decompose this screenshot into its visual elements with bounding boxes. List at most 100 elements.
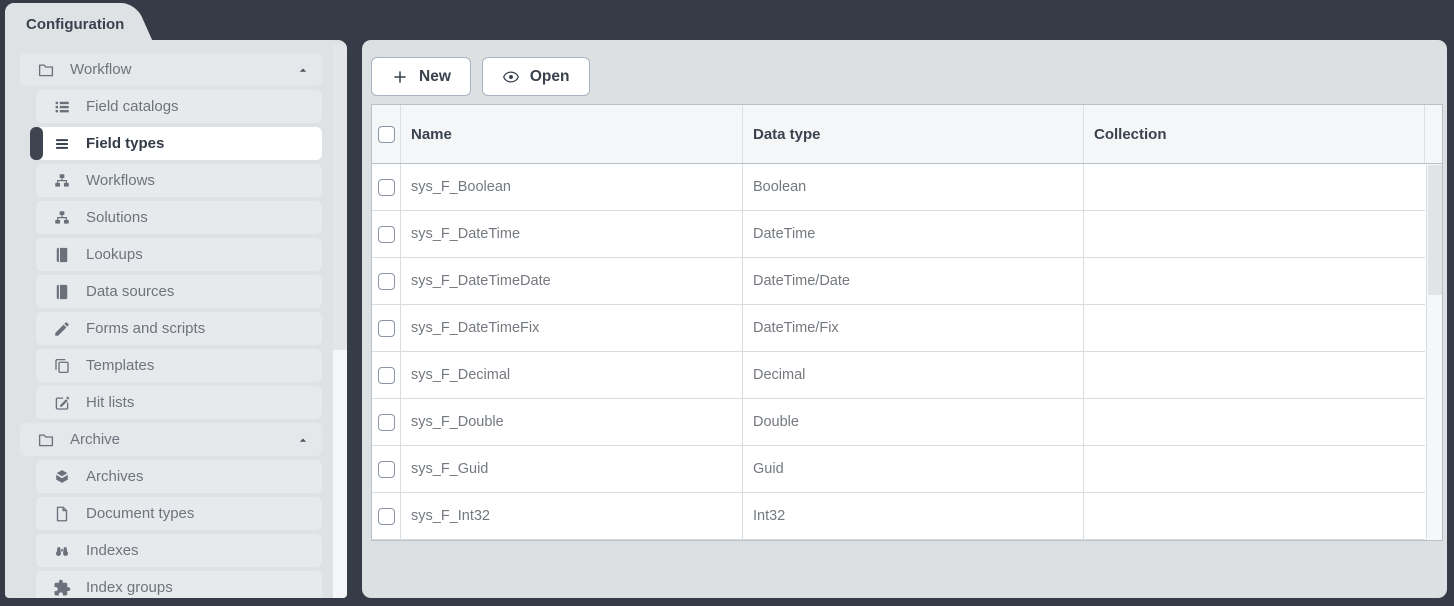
book-icon — [53, 283, 71, 301]
table-row[interactable]: sys_F_DateTimeDateDateTime/Date — [372, 258, 1425, 305]
sidebar-item-label: Solutions — [86, 209, 148, 226]
sidebar-item-indexes[interactable]: Indexes — [36, 534, 322, 567]
cell-name: sys_F_Int32 — [401, 493, 743, 539]
cell-name: sys_F_DateTime — [401, 211, 743, 257]
sidebar-item-forms-and-scripts[interactable]: Forms and scripts — [36, 312, 322, 345]
main-panel: New Open Name Data type Collection sys_F… — [362, 40, 1447, 598]
sidebar-item-label: Index groups — [86, 579, 173, 596]
copy-icon — [53, 357, 71, 375]
row-checkbox[interactable] — [378, 226, 395, 243]
table-row[interactable]: sys_F_GuidGuid — [372, 446, 1425, 493]
select-all-checkbox[interactable] — [378, 126, 395, 143]
open-button-label: Open — [530, 68, 570, 86]
cell-data-type: Int32 — [743, 493, 1084, 539]
row-checkbox-cell — [372, 352, 401, 398]
sidebar-item-field-catalogs[interactable]: Field catalogs — [36, 90, 322, 123]
row-checkbox[interactable] — [378, 273, 395, 290]
cell-name: sys_F_Double — [401, 399, 743, 445]
sidebar-item-label: Archives — [86, 468, 144, 485]
sidebar-item-templates[interactable]: Templates — [36, 349, 322, 382]
sitemap-icon — [53, 172, 71, 190]
sidebar-section-label: Workflow — [70, 61, 131, 78]
tab-configuration[interactable]: Configuration — [5, 3, 121, 45]
sidebar-item-field-types[interactable]: Field types — [36, 127, 322, 160]
new-button[interactable]: New — [371, 57, 471, 96]
puzzle-icon — [53, 579, 71, 597]
table-row[interactable]: sys_F_BooleanBoolean — [372, 164, 1425, 211]
cell-data-type: Double — [743, 399, 1084, 445]
list-icon — [53, 98, 71, 116]
sidebar-item-label: Indexes — [86, 542, 139, 559]
tab-configuration-label: Configuration — [26, 16, 124, 33]
row-checkbox[interactable] — [378, 320, 395, 337]
row-checkbox[interactable] — [378, 508, 395, 525]
row-checkbox[interactable] — [378, 179, 395, 196]
column-header-name[interactable]: Name — [401, 105, 743, 163]
sidebar-item-label: Templates — [86, 357, 154, 374]
sidebar-item-label: Workflows — [86, 172, 155, 189]
row-checkbox-cell — [372, 399, 401, 445]
sidebar-section-label: Archive — [70, 431, 120, 448]
pencil-icon — [53, 320, 71, 338]
cell-collection — [1084, 258, 1425, 304]
sidebar-item-archives[interactable]: Archives — [36, 460, 322, 493]
sidebar-nav: Workflow Field catalogs Field types Workflo… — [20, 53, 322, 598]
row-checkbox[interactable] — [378, 367, 395, 384]
toolbar: New Open — [371, 57, 590, 96]
cell-collection — [1084, 399, 1425, 445]
cell-collection — [1084, 493, 1425, 539]
sidebar-item-document-types[interactable]: Document types — [36, 497, 322, 530]
archive-icon — [53, 468, 71, 486]
column-header-data-type[interactable]: Data type — [743, 105, 1084, 163]
sidebar-item-solutions[interactable]: Solutions — [36, 201, 322, 234]
sidebar-item-label: Field types — [86, 135, 164, 152]
row-checkbox[interactable] — [378, 461, 395, 478]
table-row[interactable]: sys_F_Int32Int32 — [372, 493, 1425, 540]
cell-collection — [1084, 446, 1425, 492]
cell-name: sys_F_Boolean — [401, 164, 743, 210]
sidebar: Workflow Field catalogs Field types Workflo… — [5, 40, 347, 598]
row-checkbox-cell — [372, 493, 401, 539]
sidebar-section-archive[interactable]: Archive — [20, 423, 322, 456]
sidebar-item-workflows[interactable]: Workflows — [36, 164, 322, 197]
cell-data-type: Guid — [743, 446, 1084, 492]
edit-icon — [53, 394, 71, 412]
cell-name: sys_F_Guid — [401, 446, 743, 492]
sidebar-item-hit-lists[interactable]: Hit lists — [36, 386, 322, 419]
sidebar-item-label: Field catalogs — [86, 98, 179, 115]
cell-data-type: DateTime — [743, 211, 1084, 257]
table-row[interactable]: sys_F_DoubleDouble — [372, 399, 1425, 446]
field-types-table: Name Data type Collection sys_F_BooleanB… — [371, 104, 1443, 541]
new-button-label: New — [419, 68, 451, 86]
row-checkbox-cell — [372, 164, 401, 210]
row-checkbox[interactable] — [378, 414, 395, 431]
sidebar-scrollbar-thumb[interactable] — [333, 44, 347, 350]
table-row[interactable]: sys_F_DateTimeDateTime — [372, 211, 1425, 258]
cell-name: sys_F_DateTimeDate — [401, 258, 743, 304]
sidebar-item-data-sources[interactable]: Data sources — [36, 275, 322, 308]
folder-icon — [37, 61, 55, 79]
sidebar-item-lookups[interactable]: Lookups — [36, 238, 322, 271]
book-icon — [53, 246, 71, 264]
table-header-row: Name Data type Collection — [371, 104, 1443, 164]
row-checkbox-cell — [372, 211, 401, 257]
cell-collection — [1084, 352, 1425, 398]
table-row[interactable]: sys_F_DateTimeFixDateTime/Fix — [372, 305, 1425, 352]
table-header-gutter — [1425, 105, 1442, 163]
sidebar-section-workflow[interactable]: Workflow — [20, 53, 322, 86]
sidebar-scrollbar-track — [333, 44, 347, 598]
column-header-collection[interactable]: Collection — [1084, 105, 1425, 163]
cell-collection — [1084, 211, 1425, 257]
table-scrollbar-thumb[interactable] — [1428, 165, 1442, 295]
sidebar-item-index-groups[interactable]: Index groups — [36, 571, 322, 598]
sidebar-item-label: Lookups — [86, 246, 143, 263]
open-button[interactable]: Open — [482, 57, 590, 96]
chevron-up-icon[interactable] — [296, 63, 310, 77]
sitemap-icon — [53, 209, 71, 227]
plus-icon — [391, 68, 409, 86]
cell-data-type: Boolean — [743, 164, 1084, 210]
cell-name: sys_F_Decimal — [401, 352, 743, 398]
chevron-up-icon[interactable] — [296, 433, 310, 447]
table-header-checkbox-cell — [372, 105, 401, 163]
table-row[interactable]: sys_F_DecimalDecimal — [372, 352, 1425, 399]
